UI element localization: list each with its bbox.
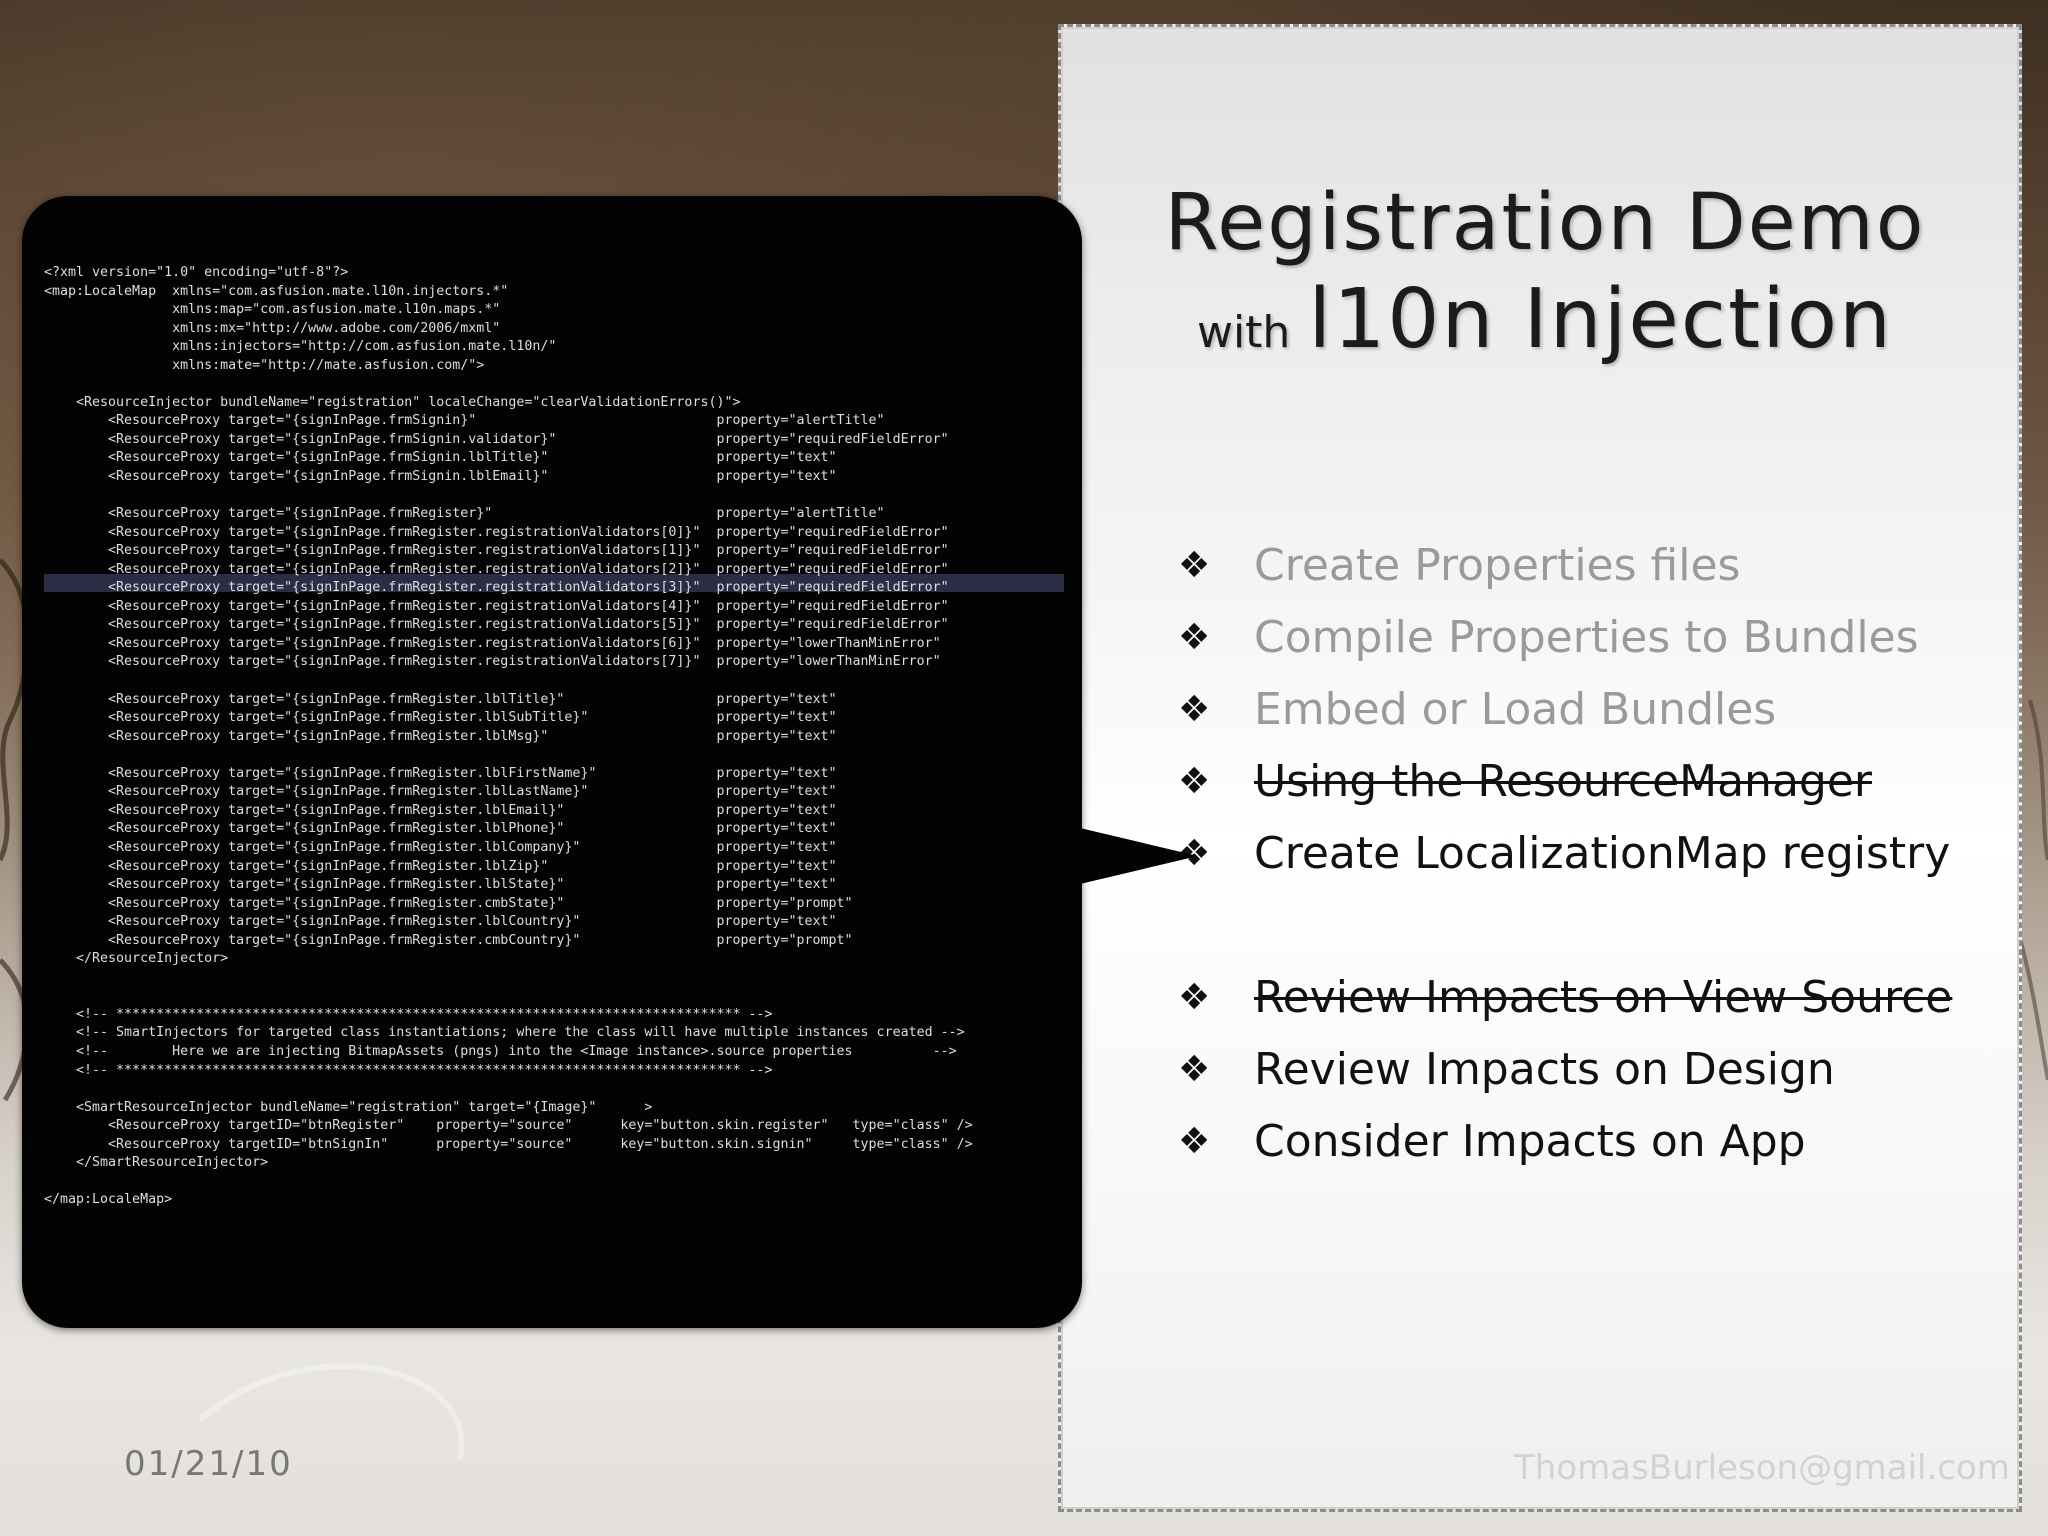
code-line: <ResourceProxy target="{signInPage.frmRe… (44, 914, 837, 930)
code-line: <ResourceProxy target="{signInPage.frmRe… (44, 858, 837, 874)
code-line: <ResourceProxy target="{signInPage.frmRe… (44, 710, 837, 726)
diamond-bullet-icon: ❖ (1178, 545, 1211, 586)
agenda-item-text: Consider Impacts on App (1254, 1116, 1806, 1167)
agenda-item-text: Review Impacts on Design (1254, 1044, 1835, 1095)
code-line: xmlns:injectors="http://com.asfusion.mat… (44, 339, 557, 355)
diamond-bullet-icon: ❖ (1178, 1049, 1211, 1090)
code-line: <!-- Here we are injecting BitmapAssets … (44, 1043, 957, 1059)
code-line: <ResourceProxy target="{signInPage.frmRe… (44, 728, 837, 744)
agenda-item-current: ❖ Create LocalizationMap registry (1178, 824, 1998, 896)
diamond-bullet-icon: ❖ (1178, 1121, 1211, 1162)
agenda-item: ❖ Review Impacts on Design (1178, 1040, 1998, 1112)
code-line: xmlns:mx="http://www.adobe.com/2006/mxml… (44, 320, 501, 336)
diamond-bullet-icon: ❖ (1178, 689, 1211, 730)
code-line: <ResourceProxy target="{signInPage.frmSi… (44, 431, 949, 447)
code-line: <ResourceProxy target="{signInPage.frmRe… (44, 654, 941, 670)
code-line: <SmartResourceInjector bundleName="regis… (44, 1099, 653, 1115)
code-line: <!-- SmartInjectors for targeted class i… (44, 1025, 965, 1041)
diamond-bullet-icon: ❖ (1178, 761, 1211, 802)
agenda-item: ❖ Embed or Load Bundles (1178, 680, 1998, 752)
code-line: <ResourceProxy target="{signInPage.frmRe… (44, 617, 949, 633)
code-line: <ResourceProxy target="{signInPage.frmRe… (44, 895, 853, 911)
subtitle-with: with (1196, 307, 1291, 358)
code-line: <ResourceProxy target="{signInPage.frmRe… (44, 561, 949, 577)
diamond-bullet-icon: ❖ (1178, 977, 1211, 1018)
code-line: xmlns:mate="http://mate.asfusion.com/"> (44, 357, 485, 373)
code-line: <ResourceProxy target="{signInPage.frmRe… (44, 877, 837, 893)
code-listing: <?xml version="1.0" encoding="utf-8"?> <m… (44, 264, 1064, 1210)
code-line: xmlns:map="com.asfusion.mate.l10n.maps.*… (44, 302, 501, 318)
code-line: <ResourceProxy target="{signInPage.frmRe… (44, 765, 837, 781)
slide-subtitle: with l10n Injection (1160, 272, 1930, 367)
code-line: <ResourceProxy target="{signInPage.frmRe… (44, 580, 949, 596)
agenda-item-text: Embed or Load Bundles (1254, 684, 1777, 735)
agenda-item: ❖ Create Properties files (1178, 536, 1998, 608)
agenda-item-text: Create Properties files (1254, 540, 1741, 591)
code-line: <ResourceProxy target="{signInPage.frmRe… (44, 635, 941, 651)
code-line: </ResourceInjector> (44, 951, 229, 967)
code-line: <ResourceInjector bundleName="registrati… (44, 394, 741, 410)
code-line: </map:LocaleMap> (44, 1192, 173, 1208)
agenda-item-text: Using the ResourceManager (1254, 756, 1872, 807)
code-line: <ResourceProxy target="{signInPage.frmRe… (44, 524, 949, 540)
code-line: <ResourceProxy target="{signInPage.frmRe… (44, 839, 837, 855)
agenda-item: ❖ Using the ResourceManager (1178, 752, 1998, 824)
diamond-bullet-icon: ❖ (1178, 617, 1211, 658)
code-line: <ResourceProxy targetID="btnSignIn" prop… (44, 1136, 973, 1152)
code-line: <ResourceProxy target="{signInPage.frmRe… (44, 932, 853, 948)
code-line: <ResourceProxy target="{signInPage.frmRe… (44, 691, 837, 707)
author-email: ThomasBurleson@gmail.com (1514, 1448, 2010, 1488)
code-line: <?xml version="1.0" encoding="utf-8"?> (44, 265, 349, 280)
code-line: <ResourceProxy target="{signInPage.frmRe… (44, 543, 949, 559)
subtitle-main: l10n Injection (1308, 272, 1894, 367)
slide-title: Registration Demo (1164, 178, 1926, 268)
agenda-list: ❖ Create Properties files ❖ Compile Proper… (1178, 536, 1998, 1184)
agenda-item-text: Compile Properties to Bundles (1254, 612, 1919, 663)
code-line: <ResourceProxy target="{signInPage.frmSi… (44, 469, 837, 485)
slide-date: 01/21/10 (124, 1444, 293, 1484)
code-line: <ResourceProxy target="{signInPage.frmRe… (44, 784, 837, 800)
agenda-item: ❖ Consider Impacts on App (1178, 1112, 1998, 1184)
code-callout: <?xml version="1.0" encoding="utf-8"?> <m… (22, 196, 1082, 1328)
callout-pointer (1080, 828, 1198, 884)
code-line: <ResourceProxy target="{signInPage.frmRe… (44, 506, 885, 522)
agenda-item: ❖ Review Impacts on View Source (1178, 968, 1998, 1040)
code-line: <ResourceProxy target="{signInPage.frmRe… (44, 598, 949, 614)
code-line: <map:LocaleMap xmlns="com.asfusion.mate.… (44, 283, 509, 299)
agenda-item-text: Create LocalizationMap registry (1254, 828, 1951, 879)
agenda-item: ❖ Compile Properties to Bundles (1178, 608, 1998, 680)
code-line: <ResourceProxy target="{signInPage.frmSi… (44, 450, 837, 466)
code-line: <ResourceProxy target="{signInPage.frmRe… (44, 802, 837, 818)
code-line: <!-- ***********************************… (44, 1006, 773, 1022)
code-line: <ResourceProxy targetID="btnRegister" pr… (44, 1118, 973, 1134)
code-line: </SmartResourceInjector> (44, 1155, 269, 1171)
code-line: <ResourceProxy target="{signInPage.frmRe… (44, 821, 837, 837)
code-line: <ResourceProxy target="{signInPage.frmSi… (44, 413, 885, 429)
code-line: <!-- ***********************************… (44, 1062, 773, 1078)
agenda-item-text: Review Impacts on View Source (1254, 972, 1953, 1023)
